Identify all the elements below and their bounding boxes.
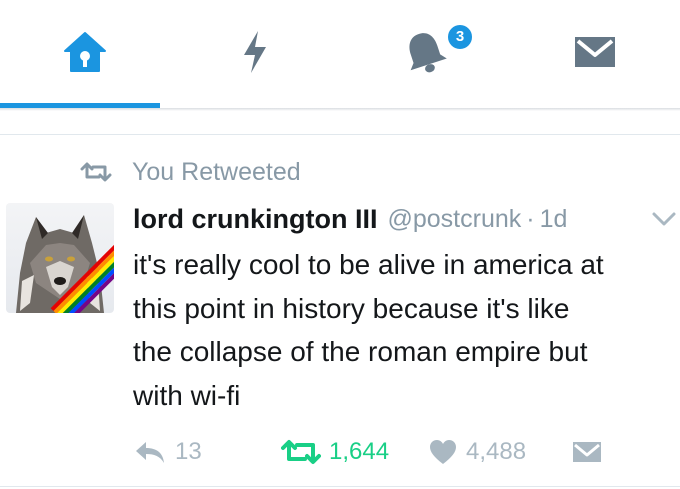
- tweet-bottom-divider: [0, 486, 680, 487]
- tweet-actions: 13 1,644 4,488: [0, 430, 680, 474]
- reply-icon: [136, 442, 164, 463]
- retweet-icon: [80, 162, 112, 182]
- tweet-timestamp[interactable]: 1d: [540, 205, 568, 234]
- envelope-icon: [573, 442, 601, 462]
- retweet-icon: [281, 440, 321, 464]
- reply-count: 13: [175, 438, 202, 465]
- tweet-text: it's really cool to be alive in america …: [133, 249, 604, 411]
- tab-moments[interactable]: [170, 0, 340, 104]
- retweet-count: 1,644: [329, 438, 390, 465]
- wolf-avatar-image: [6, 203, 114, 313]
- avatar[interactable]: [6, 203, 114, 313]
- like-button[interactable]: 4,488: [428, 430, 526, 474]
- tab-notifications[interactable]: [340, 0, 510, 104]
- envelope-icon: [575, 37, 615, 67]
- direct-message-button[interactable]: [571, 430, 603, 474]
- header-separator: ·: [526, 204, 535, 233]
- top-tab-bar: 3: [0, 0, 680, 108]
- timeline-divider: [0, 134, 680, 135]
- tweet-options-button[interactable]: [649, 207, 679, 231]
- retweet-button[interactable]: 1,644: [281, 430, 389, 474]
- tab-home[interactable]: [0, 0, 170, 104]
- lightning-icon: [244, 31, 266, 73]
- heart-icon: [430, 440, 456, 464]
- reply-button[interactable]: 13: [133, 430, 202, 474]
- retweet-context-label: You Retweeted: [132, 157, 301, 186]
- tweet-header: lord crunkington III @postcrunk · 1d: [133, 199, 567, 239]
- author-handle[interactable]: @postcrunk: [388, 205, 522, 234]
- like-count: 4,488: [466, 438, 527, 465]
- tab-messages[interactable]: [510, 0, 680, 104]
- notification-badge: 3: [446, 23, 474, 51]
- twitter-app-screen: 3 You Retweeted lord crunkington III @po…: [0, 0, 680, 489]
- tabbar-shadow: [0, 108, 680, 111]
- bell-icon: [409, 33, 447, 73]
- chevron-down-icon: [652, 212, 676, 226]
- retweet-context: You Retweeted: [80, 155, 301, 189]
- author-display-name[interactable]: lord crunkington III: [133, 204, 378, 235]
- home-icon: [64, 32, 106, 72]
